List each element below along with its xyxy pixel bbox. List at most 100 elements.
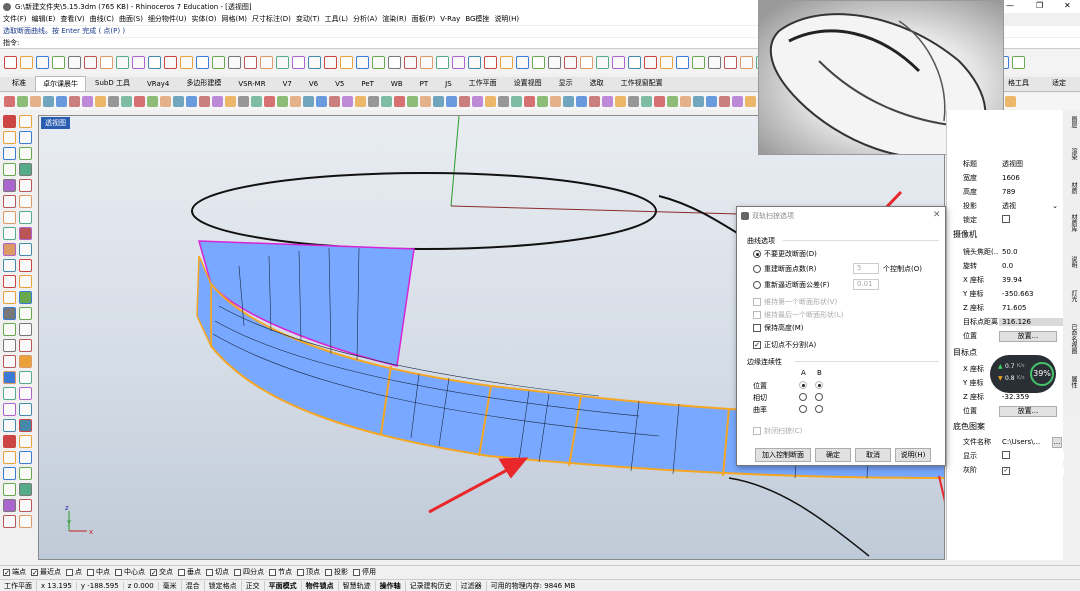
osnap-checkbox[interactable]: ✓ [3, 568, 10, 576]
toolbar-tool-icon[interactable] [596, 55, 609, 69]
tab-tool-icon[interactable] [147, 96, 158, 107]
tab-tool-icon[interactable] [706, 96, 717, 107]
status-toggle[interactable]: 过滤器 [457, 580, 487, 591]
status-layer[interactable]: 混合 [182, 580, 205, 591]
target-place-button[interactable]: 放置... [999, 405, 1057, 417]
tab-tool-icon[interactable] [290, 96, 301, 107]
menu-file[interactable]: 文件(F) [3, 14, 27, 24]
toolbar-tool-icon[interactable] [548, 55, 561, 69]
osnap-checkbox[interactable] [206, 568, 213, 576]
edge-tangent-b-radio[interactable] [815, 393, 826, 401]
tab-tool-icon[interactable] [394, 96, 405, 107]
tab-tool-icon[interactable] [589, 96, 600, 107]
left-tool-icon[interactable] [3, 419, 16, 432]
toolbar-tool-icon[interactable] [308, 55, 321, 69]
tab-viewport-layout[interactable]: 工作视窗配置 [613, 75, 671, 91]
left-tool-icon[interactable] [3, 451, 16, 464]
tab-tool-icon[interactable] [667, 96, 678, 107]
toolbar-tool-icon[interactable] [324, 55, 337, 69]
menu-dimension[interactable]: 尺寸标注(D) [252, 14, 291, 24]
tab-tool-icon[interactable] [654, 96, 665, 107]
left-tool-icon[interactable] [3, 275, 16, 288]
toolbar-tool-icon[interactable] [564, 55, 577, 69]
left-tool-icon[interactable] [19, 403, 32, 416]
tab-pet[interactable]: PeT [353, 77, 382, 91]
tab-select[interactable]: 选取 [582, 75, 612, 91]
tab-tool-icon[interactable] [4, 96, 15, 107]
left-tool-icon[interactable] [19, 483, 32, 496]
tab-js[interactable]: JS [437, 77, 460, 91]
tab-tool-icon[interactable] [550, 96, 561, 107]
radio-button[interactable] [753, 265, 761, 273]
osnap-item[interactable]: ✓ 端点 [3, 567, 26, 577]
left-tool-icon[interactable] [19, 323, 32, 336]
left-tool-icon[interactable] [19, 467, 32, 480]
left-tool-icon[interactable] [19, 387, 32, 400]
tab-tool-icon[interactable] [108, 96, 119, 107]
left-tool-icon[interactable] [19, 355, 32, 368]
left-tool-icon[interactable] [3, 131, 16, 144]
toolbar-tool-icon[interactable] [708, 55, 721, 69]
menu-tools[interactable]: 工具(L) [325, 14, 348, 24]
tab-tool-icon[interactable] [381, 96, 392, 107]
tab-display[interactable]: 显示 [551, 75, 581, 91]
cancel-button[interactable]: 取消 [855, 448, 891, 462]
tab-tool-icon[interactable] [524, 96, 535, 107]
tab-tool-icon[interactable] [615, 96, 626, 107]
left-tool-icon[interactable] [3, 259, 16, 272]
left-tool-icon[interactable] [3, 179, 16, 192]
tab-tool-icon[interactable] [602, 96, 613, 107]
menu-surface[interactable]: 曲面(S) [119, 14, 143, 24]
chk-tangent-no-split[interactable]: ✓ 正切点不分割(A) [753, 340, 816, 350]
toolbar-tool-icon[interactable] [452, 55, 465, 69]
left-tool-icon[interactable] [19, 451, 32, 464]
tab-tool-icon[interactable] [82, 96, 93, 107]
edge-position-b-radio[interactable] [815, 381, 826, 389]
status-toggle[interactable]: 操作轴 [376, 580, 406, 591]
toolbar-tool-icon[interactable] [356, 55, 369, 69]
radio-button[interactable] [753, 281, 761, 289]
tab-tool-icon[interactable] [368, 96, 379, 107]
menu-vray[interactable]: V-Ray [440, 15, 460, 23]
tab-tool-icon[interactable] [121, 96, 132, 107]
tab-cplane[interactable]: 工作平面 [461, 75, 505, 91]
osnap-item[interactable]: 停用 [353, 567, 376, 577]
left-tool-icon[interactable] [3, 515, 16, 528]
tab-tool-icon[interactable] [420, 96, 431, 107]
status-cplane[interactable]: 工作平面 [0, 580, 37, 591]
osnap-item[interactable]: ✓ 最近点 [31, 567, 61, 577]
left-tool-icon[interactable] [19, 131, 32, 144]
tab-tool-icon[interactable] [212, 96, 223, 107]
tab-tool-icon[interactable] [56, 96, 67, 107]
toolbar-tool-icon[interactable] [468, 55, 481, 69]
toolbar-tool-icon[interactable] [644, 55, 657, 69]
toolbar-tool-icon[interactable] [116, 55, 129, 69]
add-slash-button[interactable]: 加入控制断面 [755, 448, 811, 462]
toolbar-tool-icon[interactable] [340, 55, 353, 69]
left-tool-icon[interactable] [3, 307, 16, 320]
tab-tool-icon[interactable] [576, 96, 587, 107]
toolbar-tool-icon[interactable] [100, 55, 113, 69]
left-tool-icon[interactable] [3, 387, 16, 400]
menu-analyze[interactable]: 分析(A) [353, 14, 377, 24]
tab-tool-icon[interactable] [537, 96, 548, 107]
menu-help[interactable]: 说明(H) [494, 14, 519, 24]
panel-tab-layers[interactable]: 图层 [1065, 116, 1078, 128]
osnap-checkbox[interactable]: ✓ [31, 568, 38, 576]
cam-place-button[interactable]: 放置... [999, 330, 1057, 342]
tab-tool-icon[interactable] [446, 96, 457, 107]
left-tool-icon[interactable] [3, 115, 16, 128]
tab-tool-icon[interactable] [186, 96, 197, 107]
left-tool-icon[interactable] [3, 371, 16, 384]
left-tool-icon[interactable] [3, 339, 16, 352]
maximize-button[interactable]: ❐ [1036, 1, 1043, 10]
status-toggle[interactable]: 锁定格点 [205, 580, 242, 591]
radio-refit[interactable]: 重新逼近断面公差(F) [753, 280, 830, 290]
left-tool-icon[interactable] [19, 259, 32, 272]
osnap-item[interactable]: 投影 [325, 567, 348, 577]
status-toggle[interactable]: 记录建构历史 [406, 580, 457, 591]
status-toggle[interactable]: 物件锁点 [302, 580, 339, 591]
chk-keep-height[interactable]: 保持高度(M) [753, 323, 804, 333]
left-tool-icon[interactable] [3, 499, 16, 512]
toolbar-tool-icon[interactable] [740, 55, 753, 69]
